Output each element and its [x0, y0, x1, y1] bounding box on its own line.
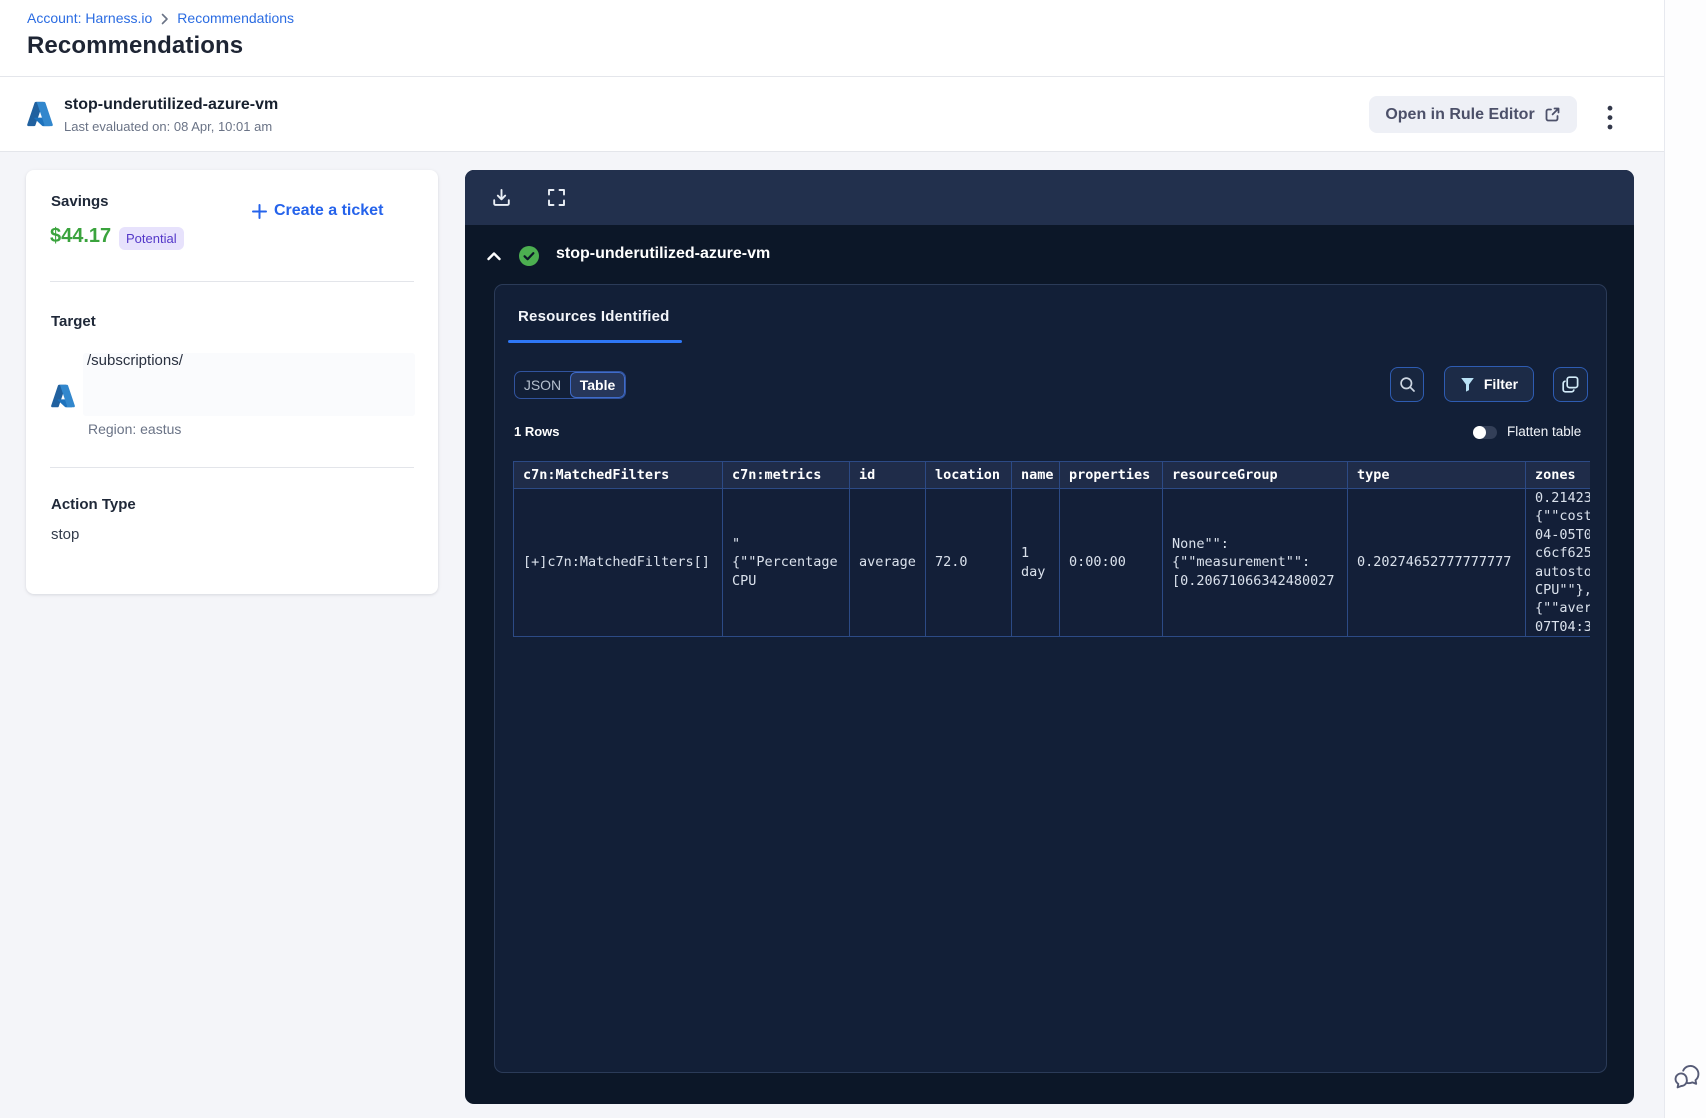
- plus-icon: [252, 203, 267, 219]
- kebab-menu-icon: [1607, 105, 1613, 130]
- view-mode-segmented-control: JSON Table: [514, 371, 626, 399]
- column-header[interactable]: c7n:metrics: [722, 461, 850, 489]
- copy-icon: [1562, 376, 1579, 393]
- table-cell: average: [849, 487, 926, 638]
- download-icon: [492, 188, 510, 206]
- column-header[interactable]: c7n:MatchedFilters: [513, 461, 723, 489]
- download-button[interactable]: [488, 184, 514, 210]
- filter-button[interactable]: Filter: [1444, 366, 1534, 402]
- create-ticket-button[interactable]: Create a ticket: [252, 202, 383, 220]
- view-json-segment[interactable]: JSON: [515, 372, 570, 398]
- azure-logo-icon: [51, 384, 75, 408]
- open-in-rule-editor-label: Open in Rule Editor: [1385, 105, 1535, 123]
- chat-bubbles-icon: [1674, 1065, 1700, 1089]
- collapse-row-button[interactable]: [486, 250, 502, 262]
- table-cell: 1 day: [1011, 487, 1060, 638]
- panel-rule-name: stop-underutilized-azure-vm: [556, 245, 771, 262]
- target-region: Region: eastus: [88, 421, 182, 437]
- fullscreen-button[interactable]: [543, 184, 569, 210]
- action-type-value: stop: [51, 526, 80, 543]
- success-check-icon: [519, 246, 539, 266]
- action-type-label: Action Type: [51, 496, 136, 513]
- breadcrumb-current-link[interactable]: Recommendations: [177, 10, 294, 26]
- table-header-row: c7n:MatchedFilters c7n:metrics id locati…: [513, 461, 1590, 489]
- table-cell: None"": {""measurement"": [0.20671066342…: [1162, 487, 1348, 638]
- resources-table-container: c7n:MatchedFilters c7n:metrics id locati…: [513, 461, 1590, 638]
- column-header[interactable]: type: [1347, 461, 1526, 489]
- tab-resources-identified[interactable]: Resources Identified: [518, 308, 670, 325]
- potential-badge-label: Potential: [126, 231, 177, 246]
- chevron-up-icon: [487, 252, 501, 261]
- fullscreen-icon: [547, 188, 565, 206]
- page-title: Recommendations: [27, 32, 244, 59]
- filter-funnel-icon: [1461, 377, 1474, 392]
- resources-table: c7n:MatchedFilters c7n:metrics id locati…: [513, 461, 1590, 638]
- column-header[interactable]: id: [849, 461, 926, 489]
- table-row: [+]c7n:MatchedFilters[] " {""Percentage …: [513, 487, 1590, 638]
- copy-button[interactable]: [1553, 367, 1588, 402]
- view-table-segment[interactable]: Table: [570, 372, 625, 398]
- breadcrumb-account-link[interactable]: Account: Harness.io: [27, 10, 152, 26]
- create-ticket-label: Create a ticket: [274, 202, 384, 219]
- filter-label: Filter: [1483, 376, 1519, 392]
- target-path: /subscriptions/: [87, 352, 183, 369]
- table-cell: 0:00:00: [1059, 487, 1163, 638]
- table-cell: " {""Percentage CPU: [722, 487, 850, 638]
- recommendations-page: Account: Harness.io Recommendations Reco…: [0, 0, 1706, 1118]
- resources-identified-panel: Resources Identified JSON Table Filter 1…: [494, 284, 1607, 1073]
- target-label: Target: [51, 313, 96, 330]
- results-panel-toolbar: [465, 170, 1634, 225]
- flatten-table-label: Flatten table: [1507, 424, 1582, 439]
- results-panel: stop-underutilized-azure-vm Resources Id…: [465, 170, 1634, 1104]
- column-header[interactable]: properties: [1059, 461, 1163, 489]
- column-header[interactable]: location: [925, 461, 1012, 489]
- external-link-icon: [1545, 107, 1560, 122]
- flatten-table-toggle[interactable]: [1473, 426, 1497, 439]
- divider: [50, 467, 414, 468]
- right-gutter: [1664, 0, 1706, 1118]
- column-header[interactable]: resourceGroup: [1162, 461, 1348, 489]
- support-chat-button[interactable]: [1673, 1062, 1703, 1092]
- table-cell: 72.0: [925, 487, 1012, 638]
- breadcrumb: Account: Harness.io Recommendations: [27, 10, 294, 26]
- recommendation-header: stop-underutilized-azure-vm Last evaluat…: [0, 76, 1664, 152]
- matched-filters-expand-link[interactable]: [+]c7n:MatchedFilters[]: [513, 487, 723, 638]
- divider: [50, 281, 414, 282]
- open-in-rule-editor-button[interactable]: Open in Rule Editor: [1369, 96, 1577, 133]
- table-cell: 0.20274652777777777: [1347, 487, 1526, 638]
- column-header[interactable]: name: [1011, 461, 1060, 489]
- savings-label: Savings: [51, 193, 109, 210]
- breadcrumb-chevron-icon: [160, 13, 169, 25]
- recommendation-last-evaluated: Last evaluated on: 08 Apr, 10:01 am: [64, 119, 273, 134]
- table-cell: 0.214233 {""costs 04-05T00 c6cf6250 auto…: [1525, 487, 1590, 638]
- potential-badge: Potential: [119, 227, 184, 250]
- column-header[interactable]: zones: [1525, 461, 1590, 489]
- savings-card: Savings Create a ticket $44.17 Potential…: [26, 170, 438, 594]
- recommendation-name: stop-underutilized-azure-vm: [64, 96, 279, 113]
- search-button[interactable]: [1390, 367, 1424, 402]
- toggle-knob: [1473, 426, 1486, 439]
- tab-underline: [508, 340, 682, 343]
- more-options-button[interactable]: [1598, 94, 1622, 142]
- savings-amount: $44.17: [50, 225, 112, 247]
- azure-logo-icon: [27, 101, 53, 127]
- search-icon: [1399, 377, 1415, 392]
- rows-count: 1 Rows: [514, 424, 560, 439]
